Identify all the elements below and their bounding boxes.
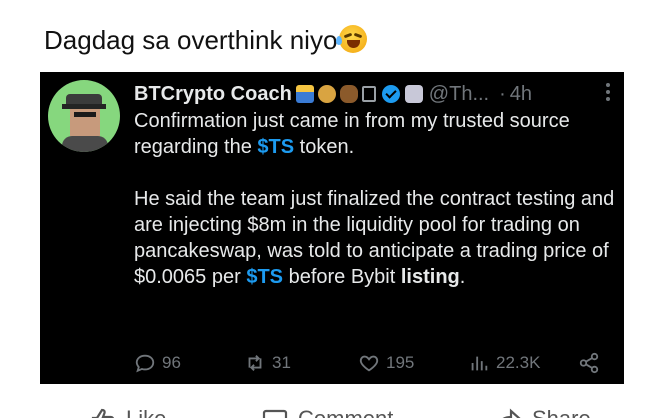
- facebook-like-button[interactable]: Like: [90, 406, 166, 418]
- like-label: Like: [126, 406, 166, 418]
- author-name[interactable]: BTCrypto Coach: [134, 83, 292, 106]
- affiliate-badge-icon: [404, 85, 423, 103]
- post-footer: Like Comment Share: [0, 384, 660, 418]
- bear-icon: [339, 85, 358, 103]
- cashtag-link[interactable]: $TS: [257, 136, 294, 158]
- caption-text: Dagdag sa overthink niyo: [44, 25, 338, 55]
- comment-label: Comment: [298, 406, 393, 418]
- heart-icon: [359, 355, 379, 372]
- reply-count: 96: [162, 353, 181, 372]
- post-time[interactable]: 4h: [510, 83, 532, 106]
- more-options-icon[interactable]: [598, 80, 618, 102]
- tweet-header: BTCrypto Coach @Th... · 4h: [134, 80, 532, 108]
- reply-button[interactable]: 96: [134, 350, 181, 376]
- tweet-actions: 96 31 195 22.3K: [134, 350, 610, 376]
- thumbs-up-icon: [91, 408, 115, 418]
- avatar[interactable]: [48, 80, 120, 152]
- like-button[interactable]: 195: [358, 350, 414, 376]
- view-count: 22.3K: [496, 353, 541, 372]
- comment-icon: [262, 409, 288, 418]
- tweet-body: Confirmation just came in from my truste…: [134, 108, 616, 290]
- like-count: 195: [386, 353, 415, 372]
- repost-icon: [248, 355, 262, 371]
- tweet-card[interactable]: BTCrypto Coach @Th... · 4h Confirmation …: [40, 72, 624, 384]
- facebook-comment-button[interactable]: Comment: [262, 406, 393, 418]
- bold-text: listing: [400, 266, 460, 288]
- separator-dot: ·: [499, 82, 506, 105]
- verified-badge-icon: [381, 85, 400, 103]
- rolling-on-floor-laughing-emoji-icon: [336, 25, 368, 53]
- tweet-paragraph-1: Confirmation just came in from my truste…: [134, 110, 570, 158]
- share-button[interactable]: [578, 350, 606, 376]
- views-button[interactable]: 22.3K: [468, 350, 540, 376]
- post-caption: Dagdag sa overthink niyo: [0, 0, 660, 72]
- money-bag-icon: [317, 85, 336, 103]
- views-chart-icon: [471, 356, 488, 371]
- facebook-share-button[interactable]: Share: [496, 406, 591, 418]
- cashtag-link[interactable]: $TS: [246, 266, 283, 288]
- share-arrow-icon: [502, 408, 521, 418]
- tweet-paragraph-2: He said the team just finalized the cont…: [134, 188, 615, 288]
- share-icon: [579, 352, 599, 374]
- author-handle[interactable]: @Th...: [429, 83, 489, 106]
- bar-chart-icon: [295, 85, 314, 103]
- reply-icon: [135, 354, 155, 373]
- link-icon: [361, 86, 376, 102]
- repost-button[interactable]: 31: [244, 350, 291, 376]
- share-label: Share: [532, 406, 591, 418]
- repost-count: 31: [272, 353, 291, 372]
